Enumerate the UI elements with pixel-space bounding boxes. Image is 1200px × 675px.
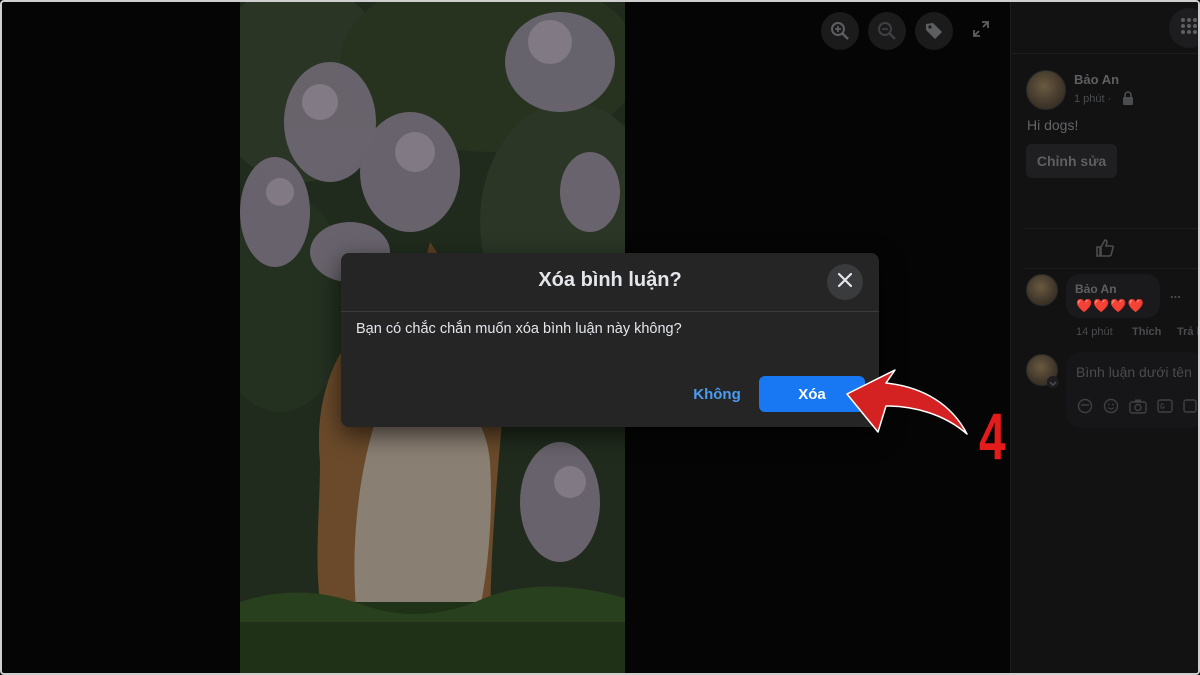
annotation-arrow xyxy=(846,369,968,435)
step-number: 4 xyxy=(979,399,1006,473)
screen-frame: Bảo An 1 phút · Hi dogs! Chỉnh sửa Bảo A… xyxy=(0,0,1200,675)
